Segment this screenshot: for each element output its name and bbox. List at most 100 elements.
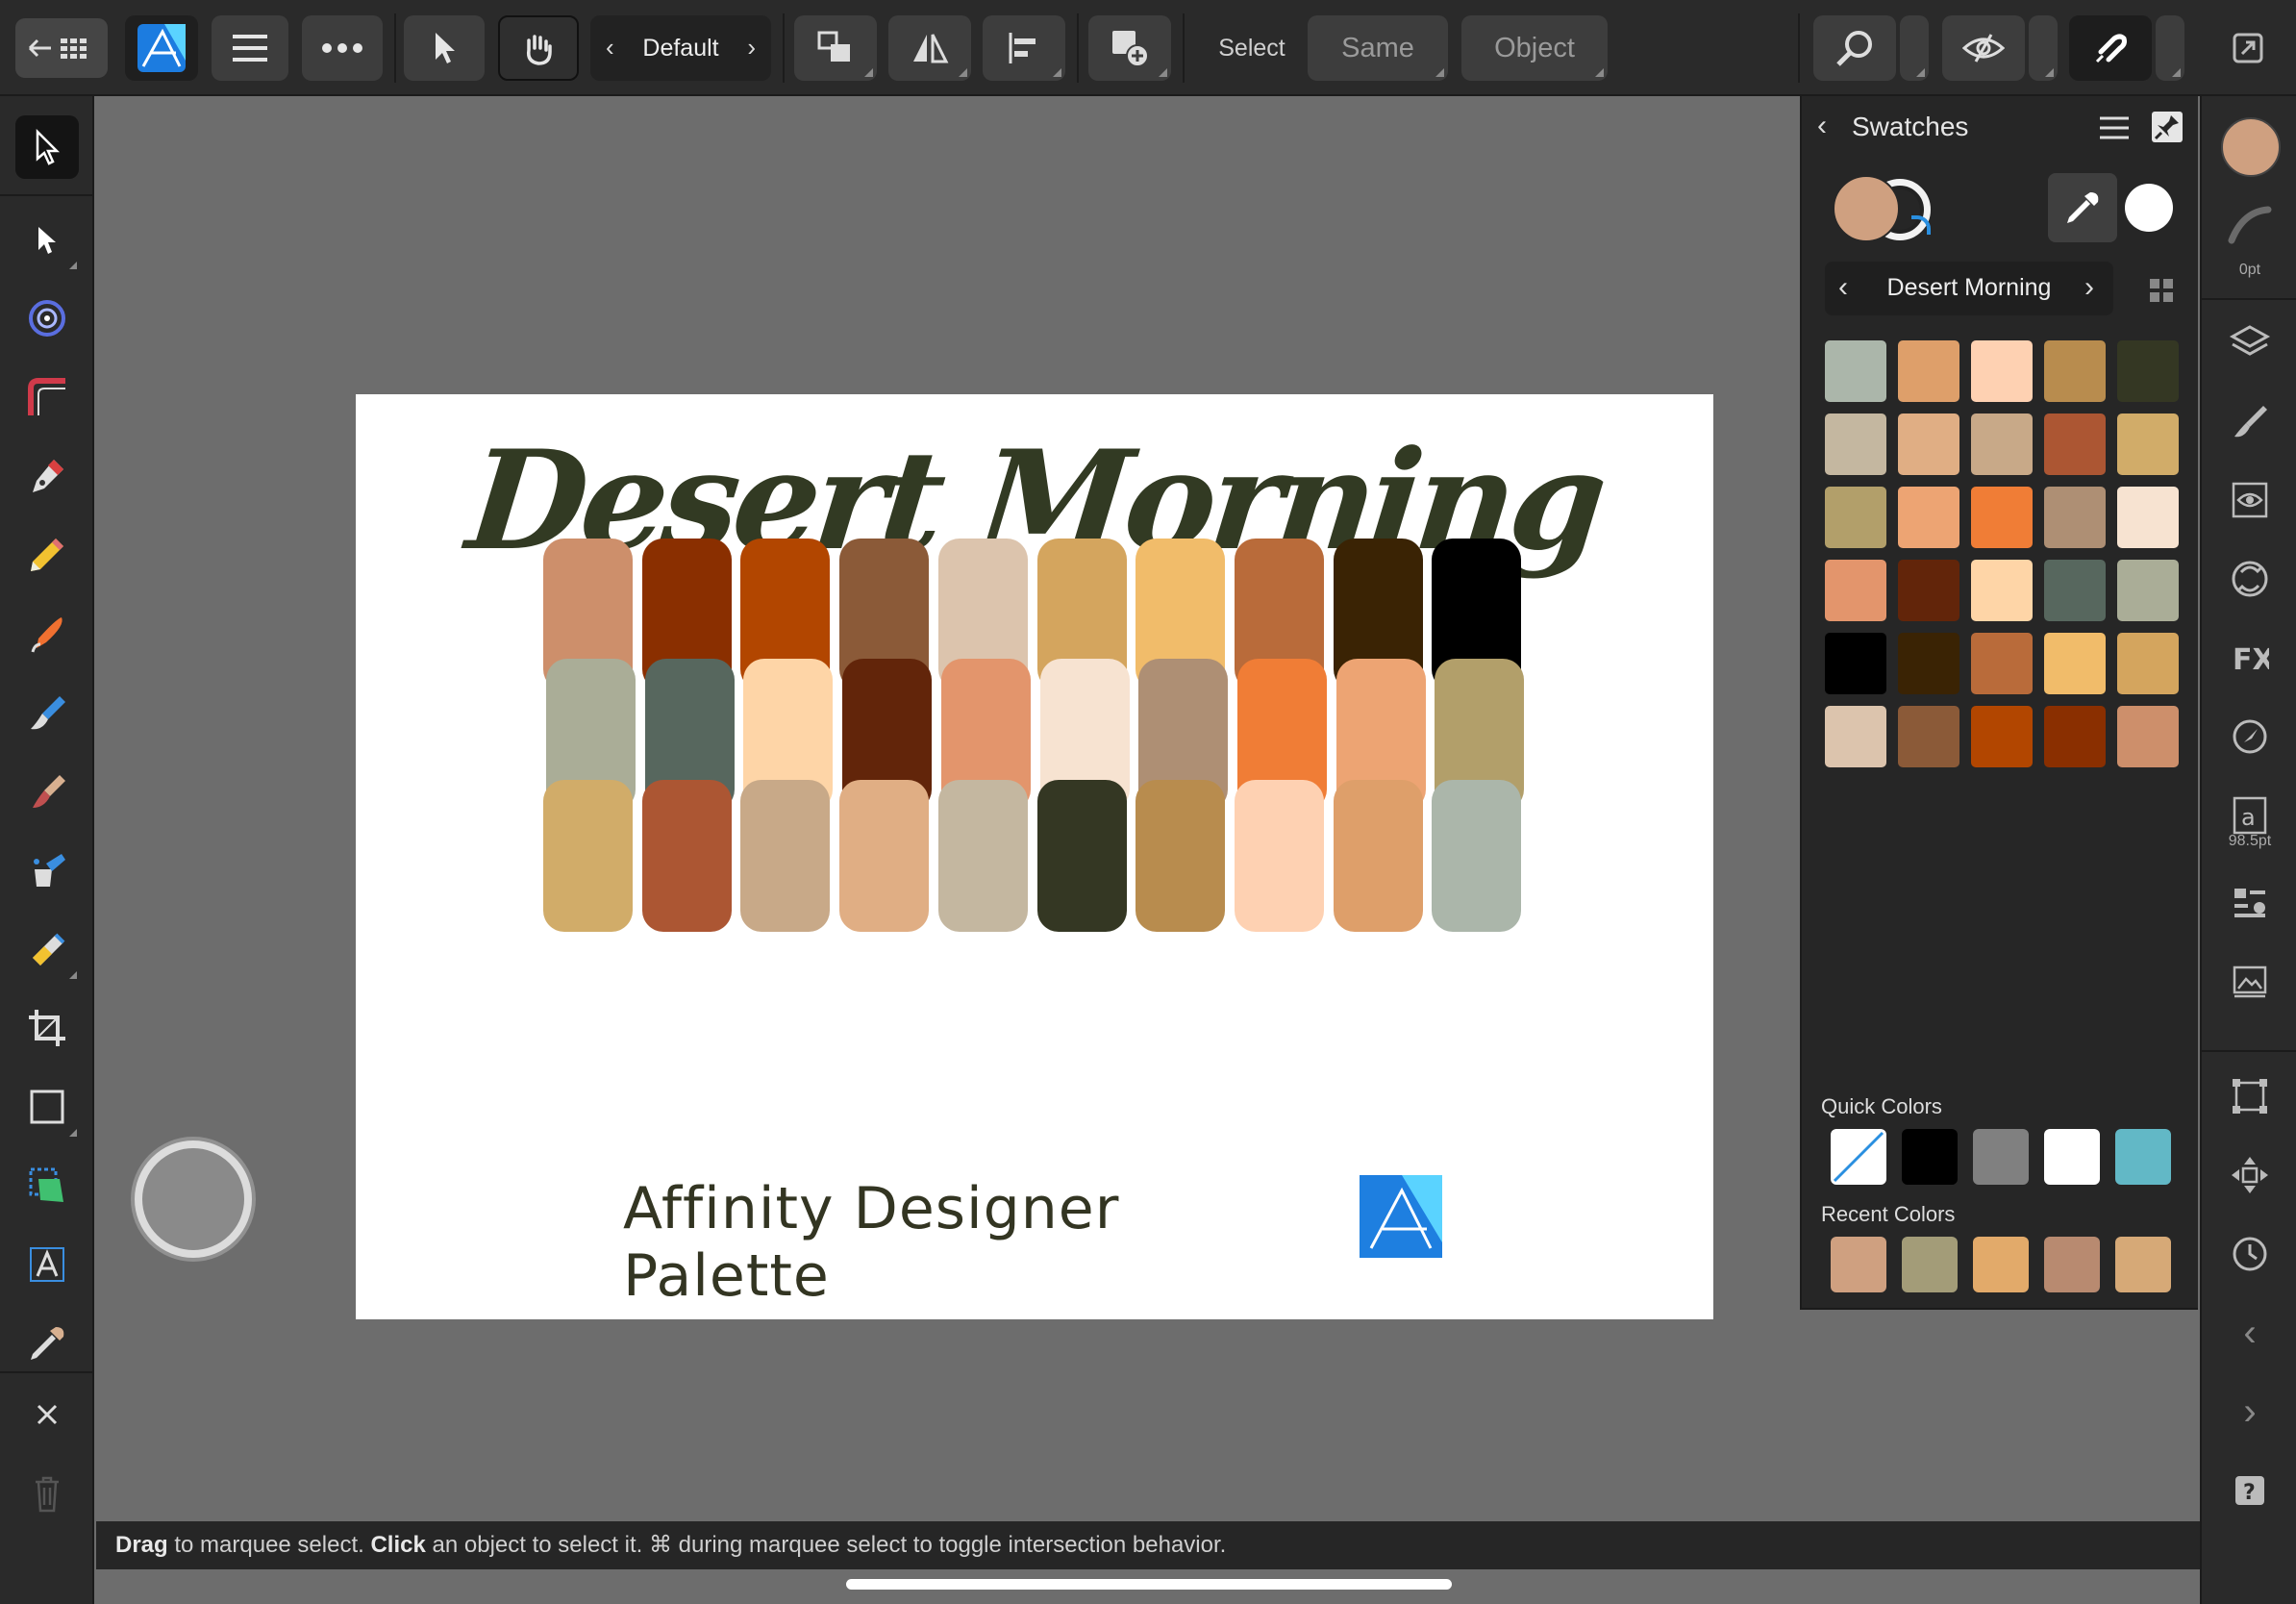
select-same-button[interactable]: Same <box>1308 15 1448 81</box>
undo-button[interactable]: ‹ <box>2221 1304 2279 1362</box>
stroke-color-preview[interactable] <box>2125 184 2173 232</box>
zoom-button[interactable] <box>1813 15 1896 81</box>
move-panel-button[interactable] <box>2221 1146 2279 1204</box>
quick-color-swatch[interactable] <box>1902 1129 1958 1185</box>
move-tool[interactable] <box>15 115 79 179</box>
grid-view-button[interactable] <box>2150 279 2173 307</box>
palette-swatch[interactable] <box>1825 633 1886 694</box>
pixel-brush-tool[interactable] <box>15 760 79 823</box>
fill-color-well[interactable] <box>2221 117 2281 177</box>
flip-button[interactable] <box>888 15 971 81</box>
palette-swatch[interactable] <box>1898 560 1959 621</box>
fill-swatch[interactable] <box>1833 175 1900 242</box>
chevron-left-icon[interactable]: ‹ <box>606 33 614 63</box>
artboard-swatch[interactable] <box>1036 780 1127 932</box>
palette-swatch[interactable] <box>2044 560 2106 621</box>
layers-panel-button[interactable] <box>2221 313 2279 371</box>
palette-swatch[interactable] <box>1825 706 1886 767</box>
select-object-button[interactable]: Object <box>1461 15 1608 81</box>
palette-swatch[interactable] <box>2117 633 2179 694</box>
artboard-swatch[interactable] <box>1136 780 1226 932</box>
palette-swatch[interactable] <box>2044 633 2106 694</box>
palette-swatch[interactable] <box>1971 340 2033 402</box>
recent-color-swatch[interactable] <box>2115 1237 2171 1292</box>
text-styles-panel-button[interactable] <box>2221 875 2279 933</box>
affinity-logo[interactable] <box>1360 1175 1442 1258</box>
close-tool-button[interactable] <box>15 1383 79 1446</box>
place-image-tool[interactable] <box>15 1154 79 1217</box>
palette-swatch[interactable] <box>1825 414 1886 475</box>
crop-tool[interactable] <box>15 996 79 1060</box>
panel-menu-button[interactable] <box>2098 115 2131 145</box>
stock-panel-button[interactable] <box>2221 954 2279 1012</box>
palette-swatch[interactable] <box>2117 340 2179 402</box>
palette-swatch[interactable] <box>1825 487 1886 548</box>
documents-button[interactable] <box>15 18 108 78</box>
symbols-panel-button[interactable] <box>2221 550 2279 608</box>
effects-panel-button[interactable]: FX <box>2221 629 2279 687</box>
stroke-width-button[interactable] <box>2221 196 2279 254</box>
help-button[interactable]: ? <box>2221 1462 2279 1519</box>
pen-tool[interactable] <box>15 444 79 508</box>
palette-swatch[interactable] <box>1825 560 1886 621</box>
chevron-right-icon[interactable]: › <box>2084 271 2094 304</box>
palette-swatch[interactable] <box>2044 706 2106 767</box>
artboard-swatch[interactable] <box>641 780 732 932</box>
palette-swatch[interactable] <box>1971 560 2033 621</box>
recent-color-swatch[interactable] <box>2044 1237 2100 1292</box>
artboard-swatch[interactable] <box>1234 780 1324 932</box>
fill-stroke-selector[interactable] <box>1833 173 1936 246</box>
vector-brush-tool[interactable] <box>15 602 79 665</box>
transparency-tool[interactable] <box>15 839 79 902</box>
main-menu-button[interactable] <box>212 15 288 81</box>
brushes-panel-button[interactable] <box>2221 392 2279 450</box>
artboard[interactable]: Desert Morning Affinity Designer Palette <box>356 394 1713 1319</box>
palette-swatch[interactable] <box>2044 340 2106 402</box>
palette-swatch[interactable] <box>2117 706 2179 767</box>
palette-swatch[interactable] <box>1971 487 2033 548</box>
artboard-swatch[interactable] <box>937 780 1028 932</box>
node-tool[interactable] <box>15 208 79 271</box>
pin-panel-button[interactable] <box>2152 112 2183 142</box>
more-options-button[interactable] <box>302 15 383 81</box>
palette-swatch[interactable] <box>2044 487 2106 548</box>
appearance-panel-button[interactable] <box>2221 471 2279 529</box>
fullscreen-button[interactable] <box>2217 15 2279 81</box>
palette-swatch[interactable] <box>2117 487 2179 548</box>
corner-tool[interactable] <box>15 365 79 429</box>
chevron-left-icon[interactable]: ‹ <box>1817 110 1827 142</box>
artboard-swatch[interactable] <box>1432 780 1522 932</box>
pencil-tool[interactable] <box>15 523 79 587</box>
view-options-button[interactable] <box>2029 15 2058 81</box>
artboard-subtitle[interactable]: Affinity Designer Palette <box>623 1175 1335 1310</box>
palette-swatch[interactable] <box>2044 414 2106 475</box>
artistic-text-tool[interactable] <box>15 1233 79 1296</box>
palette-swatch[interactable] <box>1898 340 1959 402</box>
boolean-add-button[interactable] <box>1088 15 1171 81</box>
snapping-button[interactable] <box>2069 15 2152 81</box>
recent-color-swatch[interactable] <box>1831 1237 1886 1292</box>
recent-color-swatch[interactable] <box>1902 1237 1958 1292</box>
align-button[interactable] <box>983 15 1065 81</box>
fill-tool[interactable] <box>15 681 79 744</box>
quick-color-swatch[interactable] <box>2115 1129 2171 1185</box>
touch-gesture-button[interactable] <box>498 15 579 81</box>
history-panel-button[interactable] <box>2221 1225 2279 1283</box>
palette-swatch[interactable] <box>1898 633 1959 694</box>
palette-swatch[interactable] <box>1898 414 1959 475</box>
chevron-right-icon[interactable]: › <box>747 33 756 63</box>
transform-panel-button[interactable] <box>2221 1067 2279 1125</box>
view-mode-button[interactable] <box>1942 15 2025 81</box>
arrange-button[interactable] <box>794 15 877 81</box>
assistive-touch-button[interactable] <box>135 1140 252 1258</box>
palette-swatch[interactable] <box>2117 414 2179 475</box>
palette-swatch[interactable] <box>1971 706 2033 767</box>
palette-swatch[interactable] <box>1825 340 1886 402</box>
palette-swatch[interactable] <box>1898 706 1959 767</box>
designer-persona-button[interactable] <box>125 15 198 81</box>
home-indicator[interactable] <box>846 1579 1452 1590</box>
move-tool-button[interactable] <box>404 15 485 81</box>
palette-swatch[interactable] <box>2117 560 2179 621</box>
recent-color-swatch[interactable] <box>1973 1237 2029 1292</box>
color-picker-tool[interactable] <box>15 1312 79 1375</box>
